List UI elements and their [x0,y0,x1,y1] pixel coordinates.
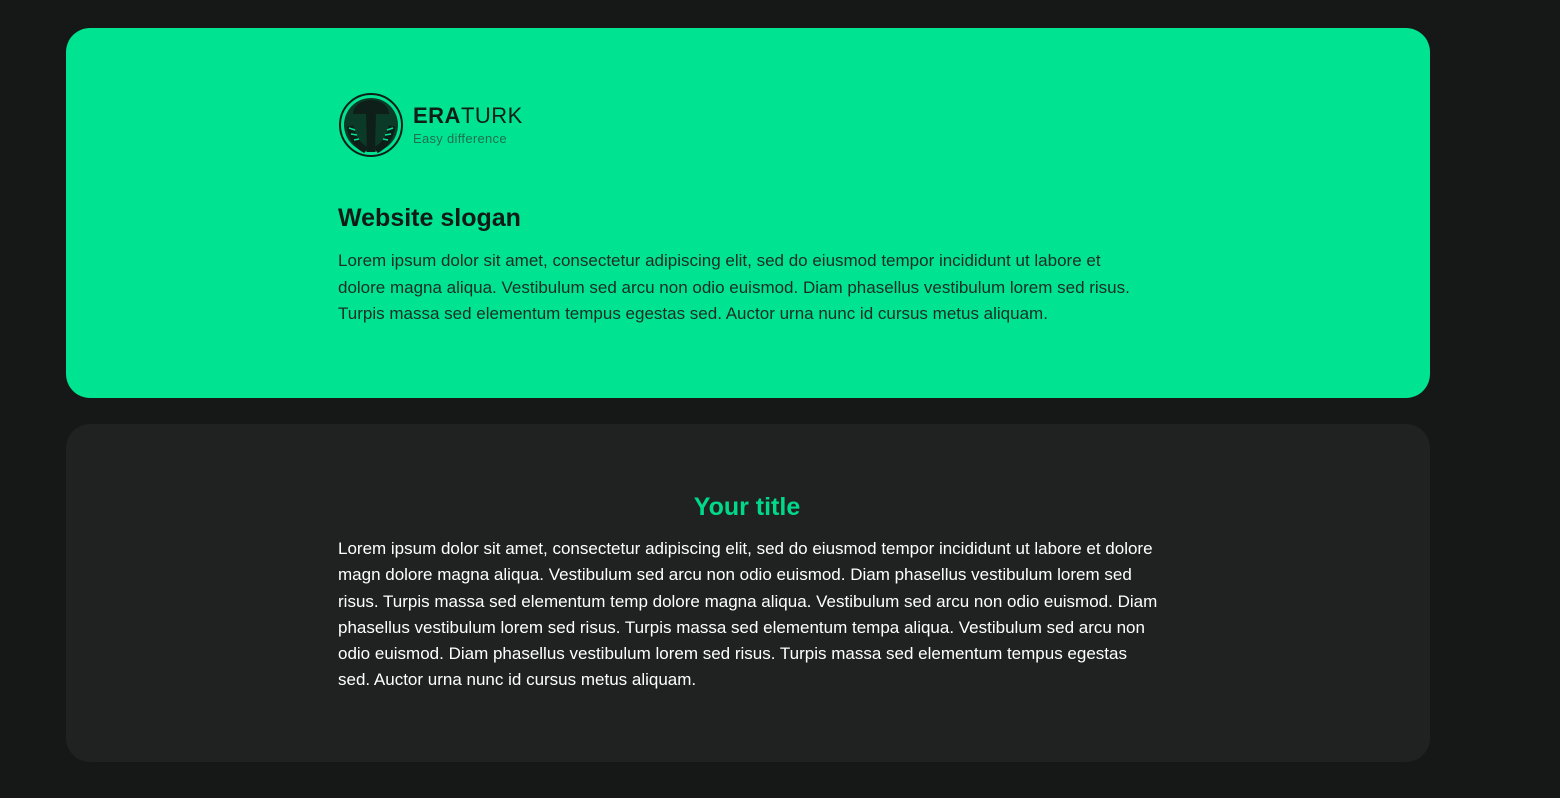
hero-content: ERATURK Easy difference Website slogan L… [338,92,1158,328]
hero-card: ERATURK Easy difference Website slogan L… [66,28,1430,398]
logo-name-bold: ERA [413,103,461,128]
hero-title: Website slogan [338,204,521,232]
logo-name-light: TURK [460,103,523,128]
logo-name: ERATURK [413,105,523,127]
section-title: Your title [693,493,801,521]
eraturk-logo[interactable]: ERATURK Easy difference [338,92,1158,158]
hero-description: Lorem ipsum dolor sit amet, consectetur … [338,251,1130,323]
eraturk-logo-icon [339,93,403,157]
content-card: Your title Lorem ipsum dolor sit amet, c… [66,424,1430,762]
logo-tagline: Easy difference [413,131,507,146]
page: ERATURK Easy difference Website slogan L… [0,0,1560,798]
logo-text: ERATURK Easy difference [413,105,523,146]
content-section: Your title Lorem ipsum dolor sit amet, c… [338,490,1158,694]
section-body: Lorem ipsum dolor sit amet, consectetur … [338,539,1158,690]
